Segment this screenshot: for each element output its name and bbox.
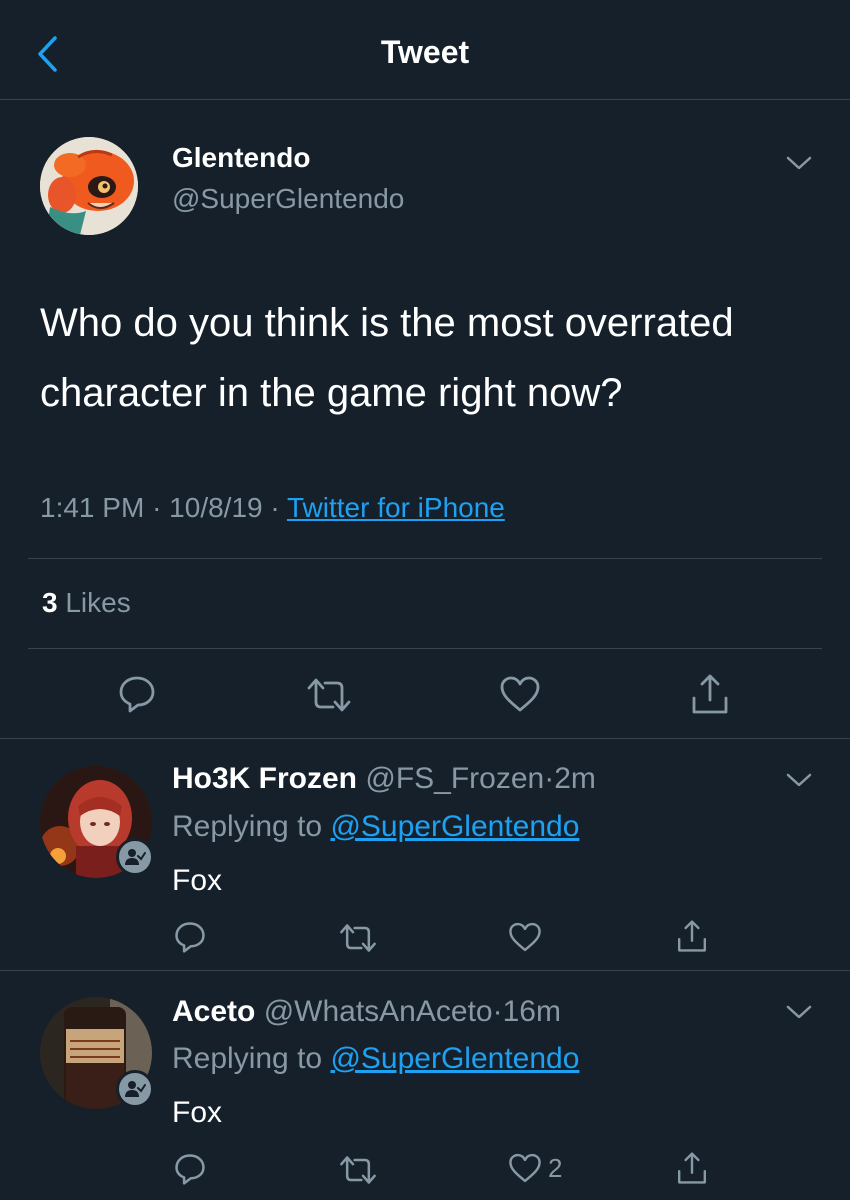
- retweet-icon: [340, 924, 376, 952]
- tweet-time: 1:41 PM: [40, 492, 145, 523]
- tweet-meta: 1:41 PM · 10/8/19 · Twitter for iPhone: [40, 492, 505, 524]
- tweet-detail-screen: Tweet Glentendo @SuperGlentendo Who do y…: [0, 0, 850, 1200]
- divider: [0, 738, 850, 739]
- likes-count: 3: [42, 587, 58, 618]
- replying-to-label: Replying to: [172, 810, 323, 843]
- share-button[interactable]: [690, 672, 730, 716]
- like-button[interactable]: 2: [508, 1152, 562, 1184]
- share-button[interactable]: [676, 1150, 708, 1186]
- share-icon: [678, 920, 706, 952]
- divider: [0, 970, 850, 971]
- divider: [28, 648, 822, 649]
- meta-separator: ·: [492, 995, 503, 1028]
- reply-button[interactable]: [174, 920, 206, 954]
- retweet-icon: [307, 678, 351, 712]
- reply-text: Fox: [172, 1096, 223, 1129]
- meta-separator: ·: [270, 492, 280, 523]
- reply-header: Aceto @WhatsAnAceto·16m: [172, 995, 561, 1029]
- tweet-options-button[interactable]: [784, 153, 814, 173]
- reply-author-name[interactable]: Aceto: [172, 995, 255, 1028]
- like-icon: [500, 676, 540, 712]
- likes-stat[interactable]: 3 Likes: [42, 587, 131, 619]
- replying-to-mention[interactable]: @SuperGlentendo: [330, 810, 579, 843]
- replying-to-mention[interactable]: @SuperGlentendo: [330, 1042, 579, 1075]
- retweet-button[interactable]: [305, 676, 353, 714]
- retweet-icon: [340, 1156, 376, 1184]
- avatar-image: [40, 137, 138, 235]
- author-name[interactable]: Glentendo: [172, 142, 310, 174]
- reply-author-name[interactable]: Ho3K Frozen: [172, 762, 357, 795]
- follow-badge: [116, 838, 154, 876]
- reply-button[interactable]: [174, 1152, 206, 1186]
- author-avatar[interactable]: [40, 137, 138, 235]
- reply-text: Fox: [172, 864, 223, 897]
- tweet-source-link[interactable]: Twitter for iPhone: [287, 492, 505, 523]
- top-bar: Tweet: [0, 0, 850, 100]
- page-title: Tweet: [380, 34, 470, 70]
- tweet-date: 10/8/19: [169, 492, 263, 523]
- reply-icon: [175, 1154, 205, 1185]
- retweet-button[interactable]: [338, 1154, 378, 1186]
- retweet-button[interactable]: [338, 922, 378, 954]
- reply-options-button[interactable]: [784, 1002, 814, 1022]
- reply-icon: [119, 676, 155, 713]
- meta-separator: ·: [544, 762, 555, 795]
- meta-separator: ·: [152, 492, 162, 523]
- replying-to-line: Replying to @SuperGlentendo: [172, 1042, 579, 1076]
- reply-time: 2m: [554, 762, 596, 795]
- reply-time: 16m: [502, 995, 561, 1028]
- like-icon: [509, 1153, 541, 1183]
- author-handle[interactable]: @SuperGlentendo: [172, 183, 404, 215]
- like-button[interactable]: [499, 675, 541, 713]
- reply-icon: [175, 922, 205, 953]
- follow-badge-icon: [125, 849, 146, 865]
- reply-author-handle[interactable]: @WhatsAnAceto: [264, 995, 493, 1028]
- share-icon: [692, 674, 728, 714]
- reply-author-handle[interactable]: @FS_Frozen: [365, 762, 544, 795]
- divider: [28, 558, 822, 559]
- likes-label: Likes: [65, 587, 131, 618]
- like-button[interactable]: [508, 921, 542, 953]
- like-icon: [509, 922, 541, 952]
- follow-badge-icon: [125, 1081, 146, 1097]
- follow-badge: [116, 1070, 154, 1108]
- share-icon: [678, 1152, 706, 1184]
- chevron-down-icon: [786, 1005, 812, 1019]
- share-button[interactable]: [676, 918, 708, 954]
- like-count: 2: [548, 1152, 563, 1183]
- replying-to-line: Replying to @SuperGlentendo: [172, 810, 579, 844]
- tweet-text: Who do you think is the most overrated c…: [40, 301, 734, 415]
- reply-header: Ho3K Frozen @FS_Frozen·2m: [172, 762, 596, 796]
- chevron-down-icon: [786, 156, 812, 170]
- reply-button[interactable]: [118, 674, 156, 714]
- reply-options-button[interactable]: [784, 770, 814, 790]
- replying-to-label: Replying to: [172, 1042, 323, 1075]
- chevron-down-icon: [786, 773, 812, 787]
